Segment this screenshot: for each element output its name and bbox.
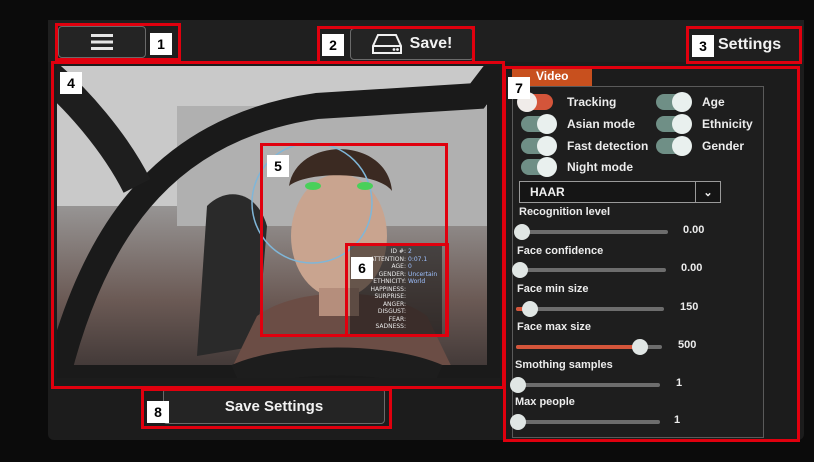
face-info-key: FEAR: [388, 315, 406, 323]
detector-select[interactable]: HAAR ⌄ [519, 181, 721, 203]
face-info-row: FEAR: [350, 316, 442, 324]
face-info-key: SURPRISE: [374, 293, 406, 300]
face-info-row: DISGUST: [350, 308, 442, 316]
toggle-knob [672, 136, 692, 156]
toggle-knob [672, 92, 692, 112]
face-info-value: World [408, 278, 426, 285]
slider-thumb[interactable] [631, 339, 648, 355]
face-info-value: 0 [408, 263, 412, 270]
toggle-switch[interactable] [656, 136, 692, 156]
toggle-label: Night mode [567, 160, 633, 174]
toggle-knob [537, 157, 557, 177]
slider-value: 150 [680, 301, 699, 313]
face-info-key: ID #: [390, 248, 406, 255]
slider-value: 500 [678, 339, 697, 351]
toggle-label: Asian mode [567, 117, 636, 131]
slider-track[interactable] [510, 414, 660, 430]
slider-track[interactable] [516, 339, 662, 355]
annotation-tag-4: 4 [60, 72, 82, 94]
toggle-knob [672, 114, 692, 134]
chevron-down-icon: ⌄ [695, 182, 720, 202]
face-info-value: 0:07.1 [408, 255, 428, 263]
save-settings-label: Save Settings [224, 397, 324, 415]
face-info-row: SURPRISE: [350, 293, 442, 301]
save-button[interactable]: Save! [350, 28, 474, 60]
slider-label: Recognition level [519, 206, 611, 218]
toggle-label: Fast detection [567, 139, 649, 153]
face-info-key: DISGUST: [377, 308, 406, 315]
slider-fill [516, 345, 636, 349]
slider-value: 0.00 [683, 224, 705, 236]
save-settings-button[interactable]: Save Settings [163, 388, 385, 424]
slider-label: Face max size [517, 321, 591, 333]
toggle-label: Age [702, 95, 725, 109]
slider-value: 0.00 [681, 262, 703, 274]
annotation-tag-7: 7 [508, 77, 530, 99]
toggle-label: Tracking [567, 95, 617, 109]
annotation-tag-1: 1 [150, 33, 172, 55]
detector-value: HAAR [530, 185, 565, 199]
drive-icon [371, 34, 402, 54]
slider-label: Smothing samples [515, 359, 613, 371]
toggle-label: Gender [702, 139, 745, 153]
toggle-switch[interactable] [521, 114, 557, 134]
toggle-label: Ethnicity [702, 117, 753, 131]
face-info-key: ANGER: [382, 300, 406, 308]
slider-label: Max people [515, 396, 575, 408]
toggle-switch[interactable] [656, 114, 692, 134]
face-info-row: ETHNICITY: World [350, 278, 442, 286]
face-info-value: 2 [408, 248, 412, 255]
slider-thumb[interactable] [510, 414, 526, 430]
face-info-key: SADNESS: [375, 323, 406, 330]
annotation-tag-6: 6 [351, 257, 373, 279]
settings-button[interactable]: Settings [718, 36, 781, 54]
toggle-switch[interactable] [521, 136, 557, 156]
slider-thumb[interactable] [512, 262, 528, 278]
slider-thumb[interactable] [514, 224, 530, 240]
menu-button[interactable] [58, 26, 146, 58]
slider-thumb[interactable] [510, 377, 526, 393]
slider-track[interactable] [516, 301, 664, 317]
annotation-tag-5: 5 [267, 155, 289, 177]
annotation-tag-3: 3 [692, 35, 714, 57]
toggle-switch[interactable] [521, 157, 557, 177]
face-info-value: Uncertain [408, 270, 438, 278]
slider-value: 1 [676, 377, 683, 389]
face-info-row: SADNESS: [350, 323, 442, 331]
slider-label: Face min size [517, 283, 589, 295]
face-info-row: HAPPINESS: [350, 286, 442, 294]
annotation-tag-2: 2 [322, 34, 344, 56]
face-info-key: ETHNICITY: [373, 278, 406, 285]
slider-value: 1 [674, 414, 681, 426]
face-info-row: ANGER: [350, 301, 442, 309]
slider-track[interactable] [514, 224, 668, 240]
face-info-row: ID #: 2 [350, 248, 442, 256]
toggle-switch[interactable] [656, 92, 692, 112]
toggle-knob [537, 114, 557, 134]
save-label: Save! [409, 35, 453, 52]
slider-label: Face confidence [517, 245, 604, 257]
slider-track[interactable] [512, 262, 666, 278]
face-info-key: HAPPINESS: [370, 285, 406, 293]
hamburger-icon [91, 34, 113, 50]
toggle-knob [537, 136, 557, 156]
annotation-tag-8: 8 [147, 401, 169, 423]
slider-track[interactable] [510, 377, 660, 393]
